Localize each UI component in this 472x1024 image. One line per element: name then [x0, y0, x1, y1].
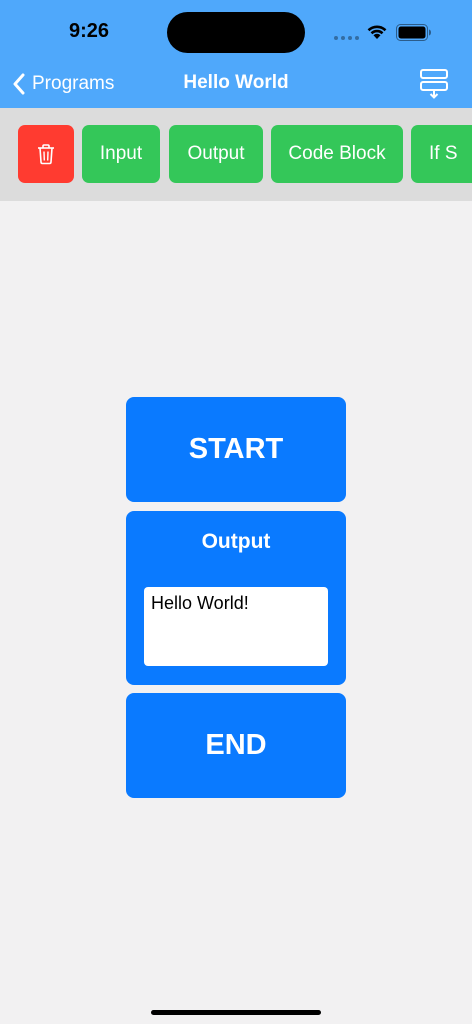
export-layers-icon[interactable]	[418, 67, 450, 99]
home-indicator[interactable]	[151, 1010, 321, 1015]
chevron-left-icon	[13, 73, 25, 95]
add-code-block-button[interactable]: Code Block	[271, 125, 403, 183]
output-block[interactable]: Output Hello World!	[126, 511, 346, 685]
trash-icon	[38, 144, 54, 165]
end-block-label: END	[205, 729, 267, 761]
start-block-label: START	[188, 433, 284, 465]
battery-icon	[396, 24, 431, 41]
output-block-title: Output	[201, 530, 271, 553]
end-block[interactable]: END	[126, 693, 346, 798]
start-block[interactable]: START	[126, 397, 346, 502]
add-if-statement-button[interactable]: If S	[411, 125, 472, 183]
status-time: 9:26	[68, 20, 110, 42]
wifi-icon	[367, 25, 387, 39]
dynamic-island	[167, 12, 305, 53]
block-palette-toolbar[interactable]: Input Output Code Block If S	[0, 108, 472, 201]
output-text-field[interactable]: Hello World!	[144, 587, 328, 666]
add-output-block-button[interactable]: Output	[169, 125, 263, 183]
back-button-label: Programs	[32, 73, 115, 94]
cellular-signal-icon	[334, 36, 360, 40]
delete-button[interactable]	[18, 125, 74, 183]
back-button[interactable]: Programs	[12, 68, 132, 100]
page-title: Hello World	[183, 72, 289, 93]
navigation-header: 9:26 Programs Hello World	[0, 0, 472, 108]
add-input-block-button[interactable]: Input	[82, 125, 160, 183]
